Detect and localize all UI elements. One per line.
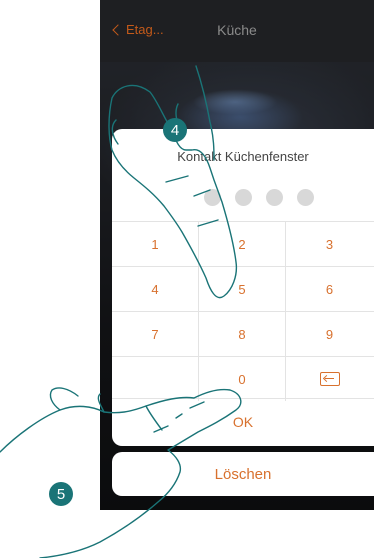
key-3[interactable]: 3: [286, 222, 373, 266]
keypad: 1 2 3 4 5 6 7 8 9 0: [112, 221, 374, 401]
page-title: Küche: [217, 22, 257, 38]
key-empty: [112, 357, 199, 401]
nav-bar: Etag... Küche: [100, 0, 374, 62]
keypad-row: 7 8 9: [112, 311, 374, 356]
ok-button[interactable]: OK: [112, 398, 374, 444]
delete-button[interactable]: Löschen: [112, 452, 374, 496]
key-0[interactable]: 0: [199, 357, 286, 401]
pin-dot: [204, 189, 221, 206]
keypad-row: 0: [112, 356, 374, 401]
dialog-title: Kontakt Küchenfenster: [177, 149, 309, 164]
key-8[interactable]: 8: [199, 312, 286, 356]
step-badge: 5: [49, 482, 73, 506]
pin-dot: [266, 189, 283, 206]
key-2[interactable]: 2: [199, 222, 286, 266]
key-backspace[interactable]: [286, 357, 373, 401]
pin-dialog: Kontakt Küchenfenster 1 2 3 4 5 6 7 8 9 …: [112, 129, 374, 446]
key-1[interactable]: 1: [112, 222, 199, 266]
step-badge: 4: [163, 118, 187, 142]
pin-dots: [204, 189, 314, 206]
keypad-row: 1 2 3: [112, 221, 374, 266]
key-5[interactable]: 5: [199, 267, 286, 311]
key-6[interactable]: 6: [286, 267, 373, 311]
key-4[interactable]: 4: [112, 267, 199, 311]
pin-dot: [297, 189, 314, 206]
pin-dot: [235, 189, 252, 206]
key-9[interactable]: 9: [286, 312, 373, 356]
key-7[interactable]: 7: [112, 312, 199, 356]
keypad-row: 4 5 6: [112, 266, 374, 311]
backspace-icon: [319, 372, 340, 386]
